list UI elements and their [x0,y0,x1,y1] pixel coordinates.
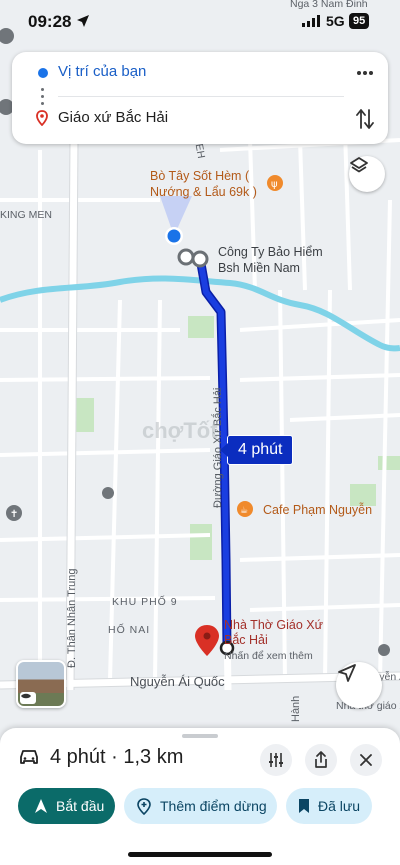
directions-sheet: 4 phút · 1,3 km Bắt đầu Thêm điểm dừng Đ… [0,728,400,865]
navigation-icon [35,799,47,813]
saved-label: Đã lưu [318,798,361,814]
user-location-dot [167,229,181,243]
map-label-nha-tho[interactable]: Nhà Thờ Giáo Xứ [224,618,323,633]
add-stop-icon [137,798,151,815]
car-icon [20,750,38,764]
bookmark-icon [299,799,309,813]
start-button-label: Bắt đầu [56,798,105,814]
park-area [378,456,400,470]
swap-icon[interactable] [356,108,374,130]
start-button[interactable]: Bắt đầu [18,788,115,824]
map-label-than-nhan-trung: Đ. Thân Nhân Trung [66,568,78,668]
more-icon[interactable] [356,66,374,80]
map-label-cafe[interactable]: Cafe Phạm Nguyễn [263,502,372,518]
recenter-icon [338,664,356,682]
street-view-thumbnail[interactable] [16,660,66,708]
share-icon [315,751,327,768]
watermark: chợTốt [142,418,218,443]
map-label-ho-nai: HỐ NAI [108,624,151,636]
close-icon [360,754,372,766]
add-stop-button[interactable]: Thêm điểm dừng [124,788,277,824]
sheet-handle[interactable] [182,734,218,738]
route-card: Vị trí của bạn Giáo xứ Bắc Hải [12,52,388,144]
bus-icon[interactable] [102,487,114,499]
park-area [190,524,212,560]
map-label-cong-ty[interactable]: Công Ty Bảo Hiểm [218,244,323,260]
map-label-cong-ty-2[interactable]: Bsh Miền Nam [218,260,300,276]
map-label-nguyen-ai-quoc: Nguyễn Ái Quốc [130,674,225,689]
pin-icon [36,110,48,126]
svg-text:✝: ✝ [10,509,18,520]
origin-row[interactable]: Vị trí của bạn [12,52,388,92]
origin-icon [38,68,48,78]
map-label-nhan-de-xem[interactable]: Nhấn để xem thêm [224,650,313,662]
route-summary: 4 phút · 1,3 km [50,746,184,768]
map-label-hanh: Hành [290,695,302,722]
status-time: 09:28 [28,12,72,31]
route-start-marker [191,250,209,268]
route-time-badge-text: 4 phút [238,441,283,458]
destination-pin-icon[interactable] [195,625,219,656]
map-label-bo-tay[interactable]: Bò Tây Sốt Hèm ( [150,168,249,184]
battery-level: 95 [349,13,370,29]
recenter-button[interactable] [336,662,382,708]
add-stop-label: Thêm điểm dừng [160,798,267,814]
map-label-nha-tho-2[interactable]: Bắc Hải [224,633,268,648]
layers-icon [350,157,368,173]
origin-field[interactable]: Vị trí của bạn [58,63,146,80]
route-time-badge[interactable]: 4 phút [219,435,294,465]
close-button[interactable] [350,744,382,776]
route-start-marker [177,248,195,266]
map-label-king-men: KING MEN [0,209,52,221]
filter-icon [269,753,283,767]
network-type: 5G [326,13,345,29]
signal-icon [302,15,320,27]
destination-field[interactable]: Giáo xứ Bắc Hải [58,109,168,126]
location-arrow-icon [77,15,89,27]
street-view-icon [20,692,36,704]
saved-button[interactable]: Đã lưu [286,788,372,824]
map-label-khu-pho: KHU PHỐ 9 [112,596,178,608]
divider [58,96,344,97]
route-options-button[interactable] [260,744,292,776]
status-bar: 09:28 5G 95 [0,0,400,44]
svg-text:ψ: ψ [271,179,278,190]
map-label-bo-tay-2[interactable]: Nướng & Lẩu 69k ) [150,184,257,200]
park-area [188,316,214,338]
destination-row[interactable]: Giáo xứ Bắc Hải [12,98,388,138]
home-indicator [128,852,272,857]
share-button[interactable] [305,744,337,776]
svg-text:☕: ☕ [240,506,248,516]
church-icon[interactable] [378,644,390,656]
layers-button[interactable] [349,156,385,192]
